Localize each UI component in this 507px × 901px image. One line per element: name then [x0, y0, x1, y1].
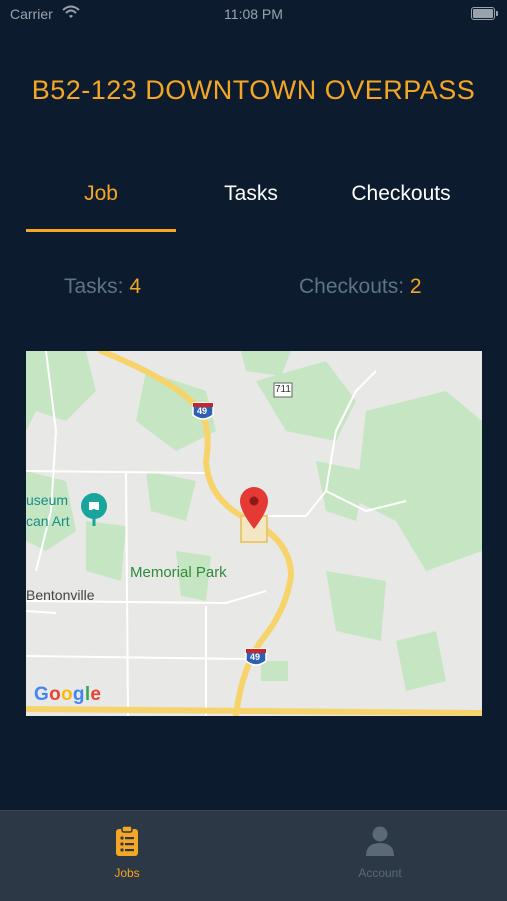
tasks-count-value: 4: [129, 275, 142, 298]
map-label-i49-north: 49: [197, 406, 208, 416]
tasks-count-label: Tasks:: [64, 275, 124, 298]
tab-bar-account[interactable]: Account: [320, 825, 440, 880]
tab-bar-jobs[interactable]: Jobs: [67, 825, 187, 880]
counts-summary: Tasks: 4 Checkouts: 2: [0, 275, 507, 305]
map-label-museum-line2: can Art: [26, 513, 70, 529]
tab-bar-account-label: Account: [358, 866, 402, 880]
map-label-city: Bentonville: [26, 587, 95, 603]
job-title: B52-123 DOWNTOWN OVERPASS: [31, 75, 476, 105]
checkouts-count-label: Checkouts:: [299, 275, 405, 298]
map-label-park: Memorial Park: [130, 564, 227, 581]
battery-icon: [471, 7, 498, 20]
tasks-count: Tasks: 4: [64, 275, 141, 299]
map-label-route-711: 711: [275, 384, 291, 395]
active-tab-indicator: [26, 229, 176, 232]
checkouts-count-value: 2: [409, 275, 422, 298]
google-logo: Google: [34, 684, 102, 705]
tab-job[interactable]: Job: [26, 182, 176, 206]
status-time: 11:08 PM: [224, 6, 283, 22]
checkouts-count: Checkouts: 2: [299, 275, 422, 299]
map-label-i49-south: 49: [250, 652, 261, 662]
status-bar: Carrier 11:08 PM: [0, 0, 507, 28]
job-location-map[interactable]: 711 49 49 useum can Art Memorial Park Be…: [26, 351, 482, 716]
person-icon: [320, 825, 440, 862]
segment-tabs: Job Tasks Checkouts: [26, 182, 481, 234]
bottom-tab-bar: Jobs Account: [0, 810, 507, 901]
clipboard-list-icon: [67, 825, 187, 862]
tab-tasks[interactable]: Tasks: [176, 182, 326, 206]
map-local-roads: [26, 351, 407, 716]
tab-bar-jobs-label: Jobs: [114, 866, 140, 880]
map-label-museum-line1: useum: [26, 492, 69, 508]
tab-checkouts[interactable]: Checkouts: [326, 182, 476, 206]
